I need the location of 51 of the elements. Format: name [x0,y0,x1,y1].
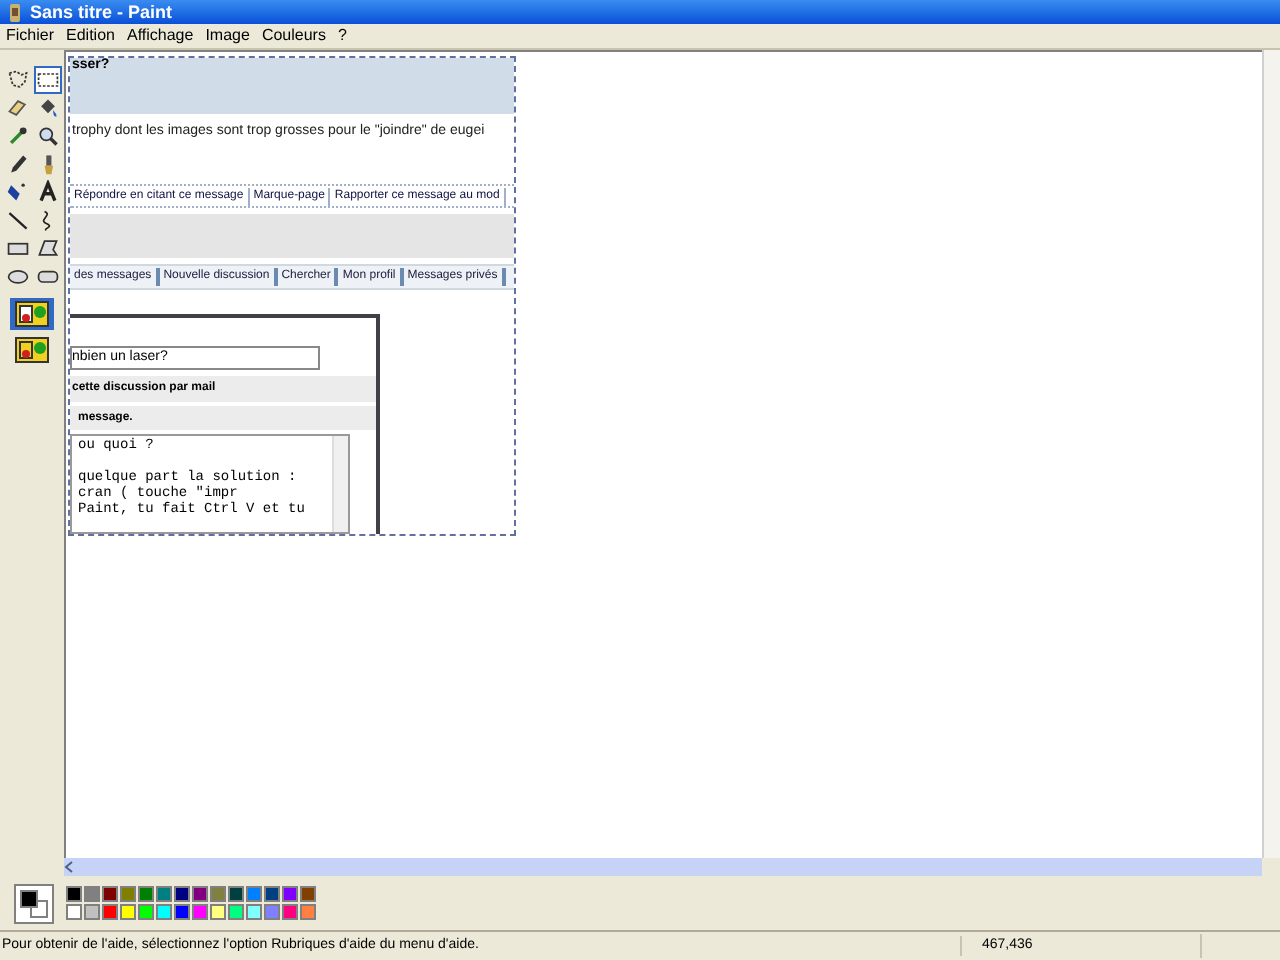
color-swatch[interactable] [66,904,82,920]
free-form-select-icon[interactable] [3,66,31,94]
color-swatch[interactable] [84,904,100,920]
color-swatch[interactable] [138,886,154,902]
color-swatch[interactable] [228,886,244,902]
color-swatch[interactable] [102,886,118,902]
color-swatch[interactable] [246,886,262,902]
select-icon[interactable] [33,66,61,94]
color-swatch[interactable] [192,886,208,902]
vertical-scrollbar[interactable] [1262,50,1280,858]
color-swatch[interactable] [246,904,262,920]
menu-item[interactable]: Image [199,28,256,44]
transparent-background-option[interactable] [10,334,54,366]
textarea-scrollbar[interactable] [332,436,348,532]
menu-item[interactable]: Affichage [120,28,200,44]
pasted-selection[interactable] [68,56,516,536]
color-swatch[interactable] [210,886,226,902]
eraser-icon[interactable] [3,94,31,122]
paint-app-icon [8,3,22,21]
color-swatch[interactable] [156,886,172,902]
color-swatch[interactable] [300,886,316,902]
color-swatch[interactable] [264,886,280,902]
window-title: Sans titre - Paint [30,3,173,21]
color-swatch[interactable] [264,904,280,920]
magnifier-icon[interactable] [33,122,61,150]
color-swatch[interactable] [66,886,82,902]
color-swatch[interactable] [282,904,298,920]
color-swatch[interactable] [210,904,226,920]
airbrush-icon[interactable] [3,178,31,206]
current-colors[interactable] [14,883,54,923]
menu-item[interactable]: ? [331,28,353,44]
opaque-background-option[interactable] [10,298,54,330]
foreground-color[interactable] [20,889,38,907]
menu-item[interactable]: Edition [60,28,121,44]
color-swatch[interactable] [192,904,208,920]
horizontal-scrollbar[interactable] [64,858,1262,876]
color-swatch[interactable] [84,886,100,902]
color-swatch[interactable] [228,904,244,920]
color-swatch[interactable] [174,904,190,920]
menu-item[interactable]: Couleurs [255,28,332,44]
color-swatch[interactable] [138,904,154,920]
color-swatch[interactable] [102,904,118,920]
color-swatch[interactable] [282,886,298,902]
color-swatch[interactable] [156,904,172,920]
color-swatch[interactable] [120,904,136,920]
menu-item[interactable]: Fichier [0,28,61,44]
color-swatch[interactable] [120,886,136,902]
polygon-icon[interactable] [33,234,61,262]
scroll-left-icon[interactable] [64,860,76,874]
color-swatch[interactable] [300,904,316,920]
color-swatch[interactable] [174,886,190,902]
